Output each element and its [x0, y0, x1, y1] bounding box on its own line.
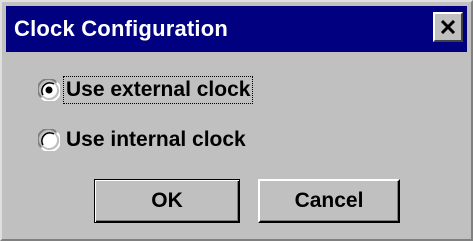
internal-clock-option[interactable]: Use internal clock — [38, 124, 248, 156]
close-button[interactable] — [433, 12, 463, 42]
external-clock-label: Use external clock — [62, 76, 254, 104]
radio-button-internal[interactable] — [38, 129, 60, 151]
internal-clock-label: Use internal clock — [66, 128, 246, 151]
clock-configuration-dialog: Clock Configuration Use external clock U… — [0, 0, 473, 241]
cancel-button[interactable]: Cancel — [258, 179, 400, 223]
radio-dot — [45, 86, 53, 94]
ok-button[interactable]: OK — [94, 179, 240, 223]
external-clock-option[interactable]: Use external clock — [38, 74, 254, 106]
radio-button-external[interactable] — [38, 79, 60, 101]
title-bar[interactable]: Clock Configuration — [6, 6, 467, 52]
close-icon — [440, 20, 456, 34]
window-title: Clock Configuration — [14, 16, 229, 41]
